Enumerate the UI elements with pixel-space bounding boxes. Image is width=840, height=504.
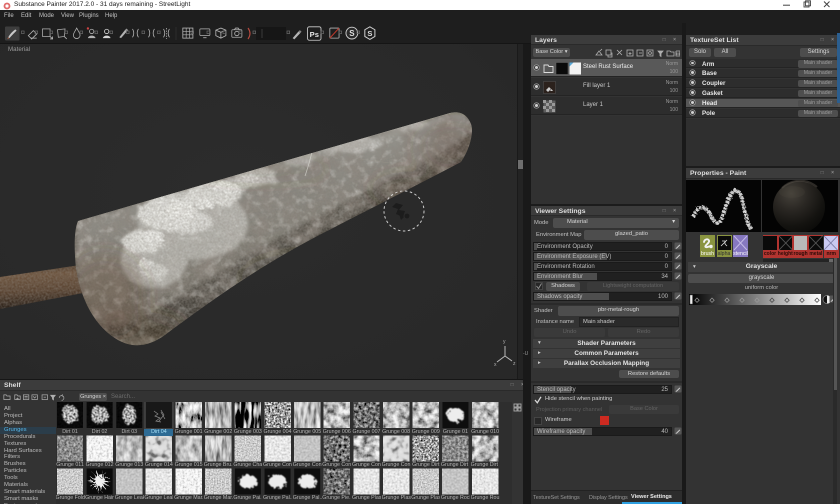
svg-text:y: y [503, 339, 506, 345]
svg-text:S: S [367, 29, 372, 38]
svg-text:z: z [513, 361, 516, 367]
svg-text:S: S [349, 29, 354, 38]
svg-text:Ps: Ps [310, 30, 319, 39]
svg-text:x: x [494, 362, 497, 368]
